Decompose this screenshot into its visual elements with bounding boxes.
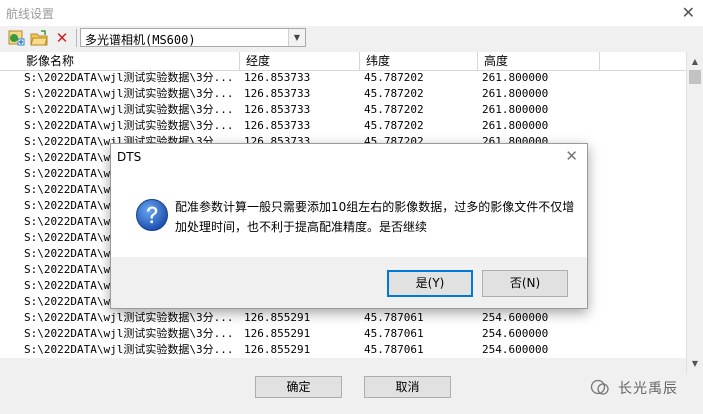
cancel-button[interactable]: 取消: [364, 376, 451, 398]
cell-latitude: 45.787202: [364, 71, 424, 84]
cell-latitude: 45.787061: [364, 343, 424, 356]
dialog-message: 配准参数计算一般只需要添加10组左右的影像数据，过多的影像文件不仅增加处理时间，…: [175, 200, 575, 234]
table-row[interactable]: S:\2022DATA\wjl测试实验数据\3分... 126.853733 45.…: [0, 118, 600, 134]
cell-image-name: S:\2022DATA\wjl测试实验数据\3分...: [24, 103, 234, 116]
cell-longitude: 126.853733: [244, 71, 311, 84]
column-header-image-name[interactable]: 影像名称: [20, 52, 240, 70]
cell-latitude: 45.787202: [364, 119, 424, 132]
cell-longitude: 126.853733: [244, 119, 311, 132]
table-row[interactable]: S:\2022DATA\wjl测试实验数据\3分... 126.853733 45.…: [0, 86, 600, 102]
scroll-thumb[interactable]: [689, 70, 701, 84]
scroll-down-icon[interactable]: ▼: [687, 356, 703, 372]
cell-altitude: 261.800000: [482, 103, 549, 116]
dialog-close-icon[interactable]: ✕: [565, 147, 578, 165]
title-bar: 航线设置 ✕: [0, 0, 703, 26]
cell-image-name: S:\2022DATA\wjl测试实验数据\3分...: [24, 119, 234, 132]
window-title: 航线设置: [6, 7, 55, 21]
table-row[interactable]: S:\2022DATA\wjl测试实验数据\3分... 126.855291 45.…: [0, 342, 600, 358]
cell-latitude: 45.787202: [364, 103, 424, 116]
question-icon: [136, 199, 168, 231]
table-row[interactable]: S:\2022DATA\wjl测试实验数据\3分... 126.853733 45.…: [0, 70, 600, 86]
cell-image-name: S:\2022DATA\wjl测试实验数据\3分...: [24, 71, 234, 84]
cell-longitude: 126.855291: [244, 327, 311, 340]
toolbar: ✕ 多光谱相机(MS600) ▼: [0, 26, 703, 50]
cell-altitude: 261.800000: [482, 87, 549, 100]
cell-longitude: 126.855291: [244, 311, 311, 324]
table-row[interactable]: S:\2022DATA\wjl测试实验数据\3分... 126.855291 45.…: [0, 310, 600, 326]
cell-altitude: 254.600000: [482, 311, 549, 324]
camera-select-value: 多光谱相机(MS600): [85, 33, 196, 47]
cell-longitude: 126.853733: [244, 87, 311, 100]
delete-icon[interactable]: ✕: [52, 28, 72, 48]
yes-button[interactable]: 是(Y): [387, 270, 473, 297]
cell-altitude: 254.600000: [482, 327, 549, 340]
cell-longitude: 126.855291: [244, 343, 311, 356]
table-header: 影像名称 经度 纬度 高度: [0, 52, 688, 71]
chevron-down-icon[interactable]: ▼: [288, 29, 305, 46]
cell-latitude: 45.787061: [364, 327, 424, 340]
cell-longitude: 126.853733: [244, 103, 311, 116]
table-row[interactable]: S:\2022DATA\wjl测试实验数据\3分... 126.853733 45.…: [0, 102, 600, 118]
cell-image-name: S:\2022DATA\wjl测试实验数据\3分...: [24, 327, 234, 340]
cell-latitude: 45.787202: [364, 87, 424, 100]
window-close-icon[interactable]: ✕: [682, 3, 695, 22]
route-settings-window: 航线设置 ✕ ✕ 多光谱相机(MS600) ▼ 影像名称 经度 纬度 高度 S:…: [0, 0, 703, 414]
column-header-longitude[interactable]: 经度: [240, 52, 360, 70]
wechat-logo-icon: [590, 379, 609, 395]
cell-latitude: 45.787061: [364, 311, 424, 324]
horizontal-scrollbar[interactable]: [0, 358, 686, 374]
cell-altitude: 261.800000: [482, 71, 549, 84]
open-folder-icon[interactable]: [29, 28, 49, 48]
cell-altitude: 254.600000: [482, 343, 549, 356]
confirm-dialog: DTS ✕ 配准参数计算一般只需要添加10组左右的影像数据，过多的影像文件不仅增…: [110, 143, 588, 309]
cell-image-name: S:\2022DATA\wjl测试实验数据\3分...: [24, 311, 234, 324]
dialog-footer: 是(Y) 否(N): [111, 257, 587, 308]
watermark-text: 长光禹辰: [618, 381, 678, 397]
cell-altitude: 261.800000: [482, 119, 549, 132]
add-image-icon[interactable]: [6, 28, 26, 48]
toolbar-separator: [76, 29, 77, 47]
cell-image-name: S:\2022DATA\wjl测试实验数据\3分...: [24, 87, 234, 100]
ok-button[interactable]: 确定: [255, 376, 342, 398]
scroll-up-icon[interactable]: ▲: [687, 54, 703, 70]
column-header-altitude[interactable]: 高度: [478, 52, 600, 70]
table-row[interactable]: S:\2022DATA\wjl测试实验数据\3分... 126.855291 45.…: [0, 326, 600, 342]
no-button[interactable]: 否(N): [482, 270, 568, 297]
cell-image-name: S:\2022DATA\wjl测试实验数据\3分...: [24, 343, 234, 356]
vertical-scrollbar[interactable]: ▲ ▼: [686, 52, 703, 374]
dialog-title: DTS: [117, 150, 142, 164]
column-header-latitude[interactable]: 纬度: [360, 52, 478, 70]
camera-select[interactable]: 多光谱相机(MS600) ▼: [80, 28, 306, 47]
watermark: 长光禹辰: [590, 378, 678, 398]
